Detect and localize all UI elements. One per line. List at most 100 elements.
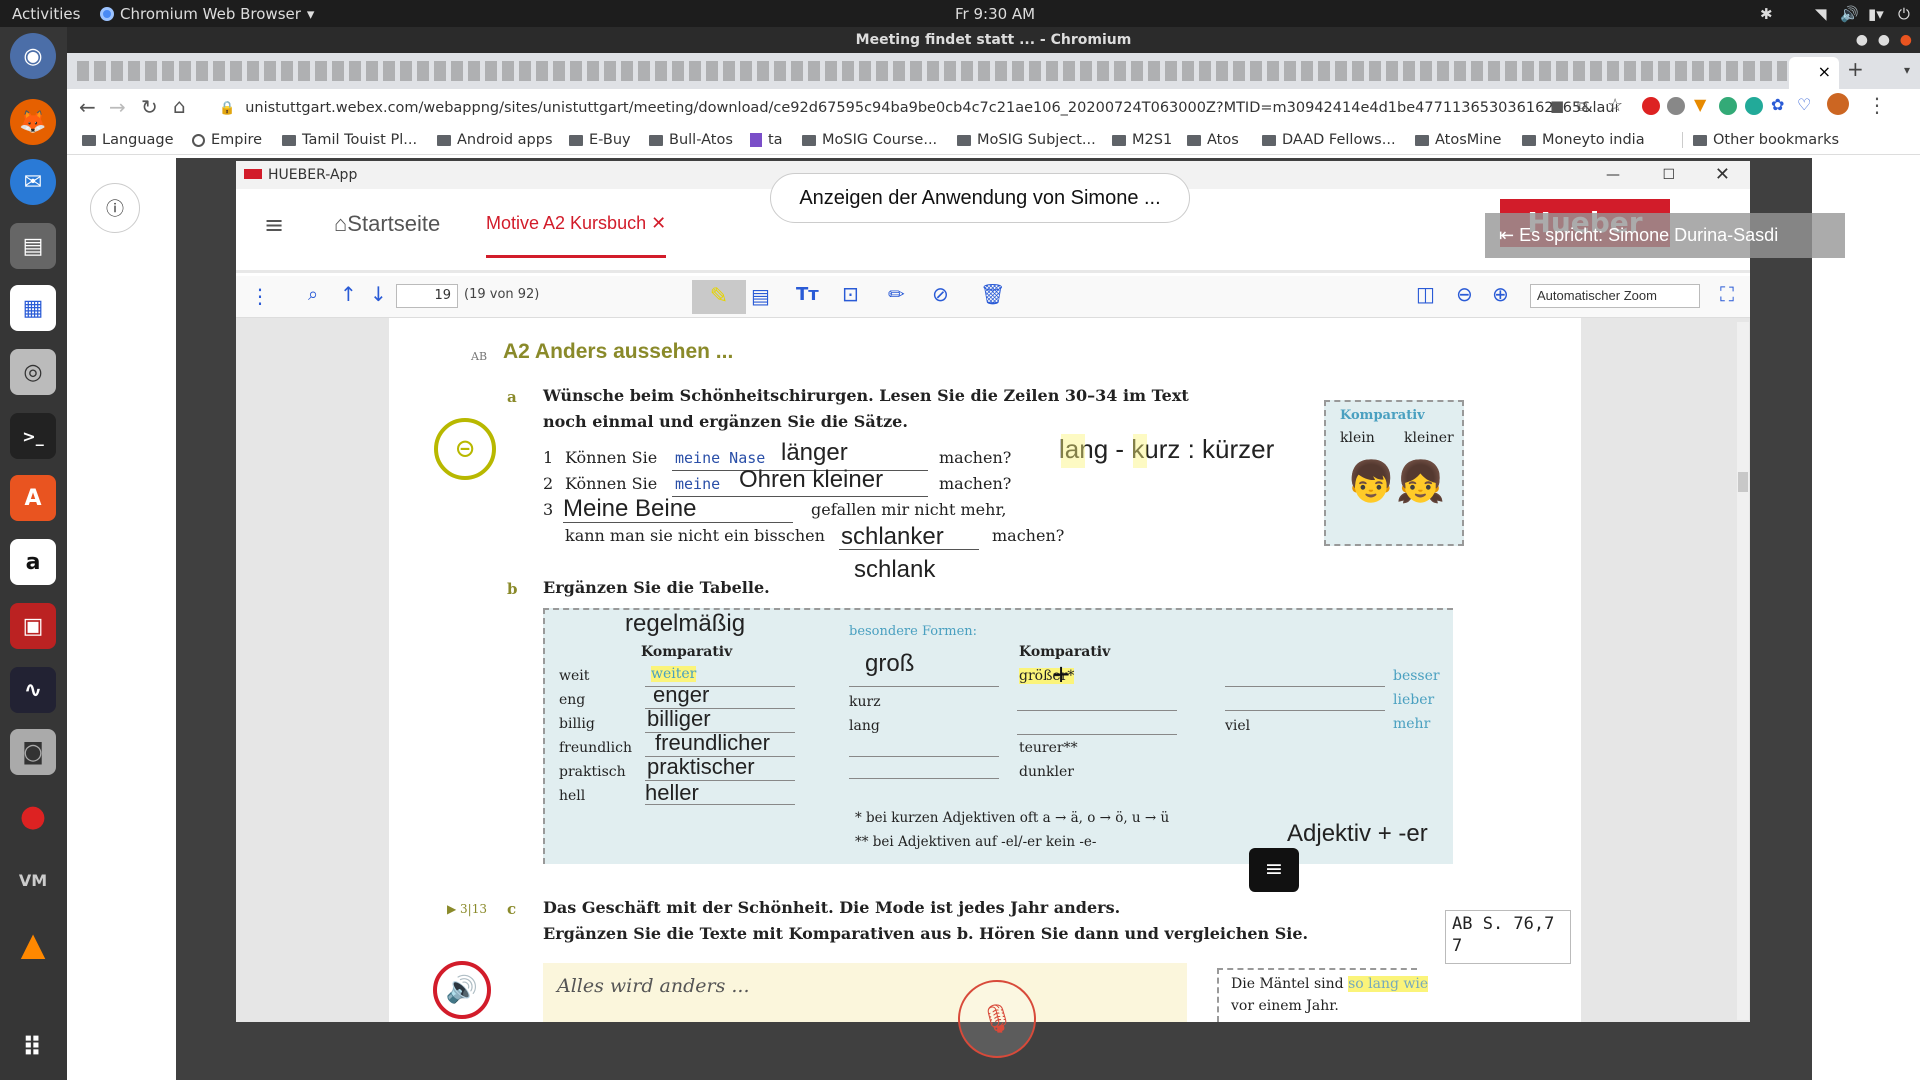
zoom-in-icon[interactable]: ⊕ [1492, 282, 1509, 306]
column-header: Komparativ [641, 644, 733, 660]
bookmark-mosig-subject[interactable]: MoSIG Subject... [957, 132, 1096, 148]
home-icon[interactable]: ⌂ [173, 94, 186, 118]
battery-icon[interactable]: ▮▾ [1868, 5, 1884, 23]
cherry-icon[interactable]: ● [10, 793, 56, 839]
power-menu-icon[interactable]: ⏻ [1898, 5, 1910, 23]
mute-microphone-button[interactable]: 🎙 [958, 980, 1036, 1058]
minimize-icon[interactable]: ● [1856, 27, 1868, 53]
close-window-icon[interactable]: ● [1900, 27, 1912, 53]
vertical-scrollbar[interactable] [1737, 322, 1749, 1020]
camera-icon[interactable]: ◙ [10, 729, 56, 775]
firefox-icon[interactable]: 🦊 [10, 99, 56, 145]
comment-tool-icon[interactable]: ▤ [751, 284, 770, 308]
delete-icon[interactable]: 🗑 [980, 282, 1005, 306]
files-icon[interactable]: ▤ [10, 223, 56, 269]
zoom-out-icon[interactable]: ⊖ [1456, 282, 1473, 306]
software-center-icon[interactable]: A [10, 475, 56, 521]
text-tool-icon[interactable]: Tт [796, 284, 819, 305]
clock[interactable]: Fr 9:30 AM [955, 5, 1035, 23]
profile-avatar[interactable] [1827, 93, 1849, 115]
scrollbar-thumb[interactable] [1738, 472, 1748, 492]
bookmark-android[interactable]: Android apps [437, 132, 553, 148]
extension-icon[interactable]: ✿ [1771, 95, 1784, 114]
reload-icon[interactable]: ↻ [141, 95, 158, 119]
grammarly-icon[interactable] [1745, 97, 1763, 115]
address-bar[interactable]: 🔒 unistuttgart.webex.com/webappng/sites/… [207, 93, 1617, 123]
tab-motive-a2[interactable]: Motive A2 Kursbuch ✕ [486, 213, 667, 258]
bookmark-daad[interactable]: DAAD Fellows... [1262, 132, 1396, 148]
bookmark-empire[interactable]: Empire [192, 132, 262, 148]
bluetooth-icon[interactable]: ✱ [1760, 5, 1773, 23]
system-monitor-icon[interactable]: ∿ [10, 667, 56, 713]
app-minimize-icon[interactable]: — [1606, 161, 1620, 189]
adblock-icon[interactable] [1642, 97, 1660, 115]
forward-icon[interactable]: → [109, 95, 126, 119]
app-maximize-icon[interactable]: ☐ [1662, 161, 1675, 189]
active-tab[interactable]: × [1789, 57, 1839, 89]
terminal-icon[interactable]: >_ [10, 413, 56, 459]
info-icon[interactable]: ⓘ [90, 183, 140, 233]
chat-bubble-icon[interactable]: ≡ [1249, 848, 1299, 892]
volume-icon[interactable]: 🔊 [1840, 5, 1859, 23]
bookmark-mosig-course[interactable]: MoSIG Course... [802, 132, 937, 148]
bookmark-atosmine[interactable]: AtosMine [1415, 132, 1501, 148]
remote-desktop-icon[interactable]: ▣ [10, 603, 56, 649]
app-close-icon[interactable]: ✕ [1715, 161, 1730, 189]
lock-icon[interactable]: 🔒 [219, 101, 235, 116]
extension-icon[interactable]: ♡ [1797, 95, 1811, 114]
two-page-view-icon[interactable]: ◫ [1416, 282, 1435, 306]
activities-button[interactable]: Activities [12, 5, 80, 23]
tab-search-icon[interactable]: ▾ [1904, 63, 1910, 77]
children-illustration: 👦👧 [1346, 459, 1446, 505]
star-icon[interactable]: ☆ [1607, 95, 1623, 116]
other-bookmarks[interactable]: Other bookmarks [1682, 132, 1839, 148]
page-number-input[interactable]: 19 [396, 284, 458, 308]
zoom-select[interactable]: Automatischer Zoom [1530, 284, 1700, 308]
sidebar-toggle-icon[interactable]: ⋮ [250, 284, 270, 308]
collapse-icon[interactable]: ⇤ [1499, 225, 1519, 245]
bookmark-atos[interactable]: Atos [1187, 132, 1239, 148]
textbox-tool-icon[interactable]: ⊡ [842, 282, 859, 306]
show-applications-icon[interactable]: ⠿ [10, 1025, 56, 1071]
bookmark-ta[interactable]: ta [750, 132, 783, 148]
chromium-dock-icon[interactable]: ◉ [10, 33, 56, 79]
amazon-icon[interactable]: a [10, 539, 56, 585]
pen-tool-icon[interactable]: ✏ [888, 282, 905, 306]
pinned-tabs[interactable] [77, 61, 1787, 81]
search-icon[interactable]: ⌕ [308, 284, 318, 305]
back-icon[interactable]: ← [79, 95, 96, 119]
extension-icon[interactable] [1719, 97, 1737, 115]
vmware-icon[interactable]: VM [10, 857, 56, 903]
camera-blocked-icon[interactable]: ■ [1550, 97, 1564, 115]
vlc-icon[interactable]: ▲ [10, 921, 56, 967]
fullscreen-icon[interactable]: ⛶ [1720, 282, 1734, 306]
bookmark-ebuy[interactable]: E-Buy [569, 132, 631, 148]
menu-icon[interactable]: ⋮ [1867, 93, 1887, 117]
bookmark-bullatos[interactable]: Bull-Atos [649, 132, 733, 148]
app-menu[interactable]: Chromium Web Browser ▾ [100, 5, 314, 23]
bookmark-m2s1[interactable]: M2S1 [1112, 132, 1172, 148]
bookmark-moneyto[interactable]: Moneyto india [1522, 132, 1645, 148]
highlight-tool-icon[interactable]: ✎ [692, 280, 746, 314]
hamburger-menu-icon[interactable]: ≡ [264, 211, 284, 239]
wifi-icon[interactable]: ◥ [1815, 5, 1827, 23]
rhythmbox-icon[interactable]: ◎ [10, 349, 56, 395]
bookmark-tamil[interactable]: Tamil Touist Pl... [282, 132, 417, 148]
writer-icon[interactable]: ▦ [10, 285, 56, 331]
next-page-icon[interactable]: ↓ [370, 282, 387, 306]
close-tab-icon[interactable]: ✕ [651, 213, 666, 233]
new-tab-button[interactable]: + [1847, 57, 1864, 81]
audio-play-icon[interactable]: 🔊 [433, 961, 491, 1019]
previous-page-icon[interactable]: ↑ [340, 282, 357, 306]
startseite-link[interactable]: ⌂Startseite [334, 211, 440, 237]
maximize-icon[interactable]: ● [1878, 27, 1890, 53]
sharing-banner[interactable]: Anzeigen der Anwendung von Simone ... [770, 173, 1190, 223]
hide-annotations-icon[interactable]: ⊘ [932, 282, 949, 306]
close-tab-icon[interactable]: × [1818, 62, 1831, 81]
link-chain-icon[interactable]: ⊝ [434, 418, 496, 480]
thunderbird-icon[interactable]: ✉ [10, 159, 56, 205]
extension-icon[interactable] [1667, 97, 1685, 115]
translate-icon[interactable]: ⧉ [1577, 97, 1588, 115]
brave-icon[interactable]: ▼ [1694, 95, 1706, 114]
bookmark-language[interactable]: Language [82, 132, 174, 148]
